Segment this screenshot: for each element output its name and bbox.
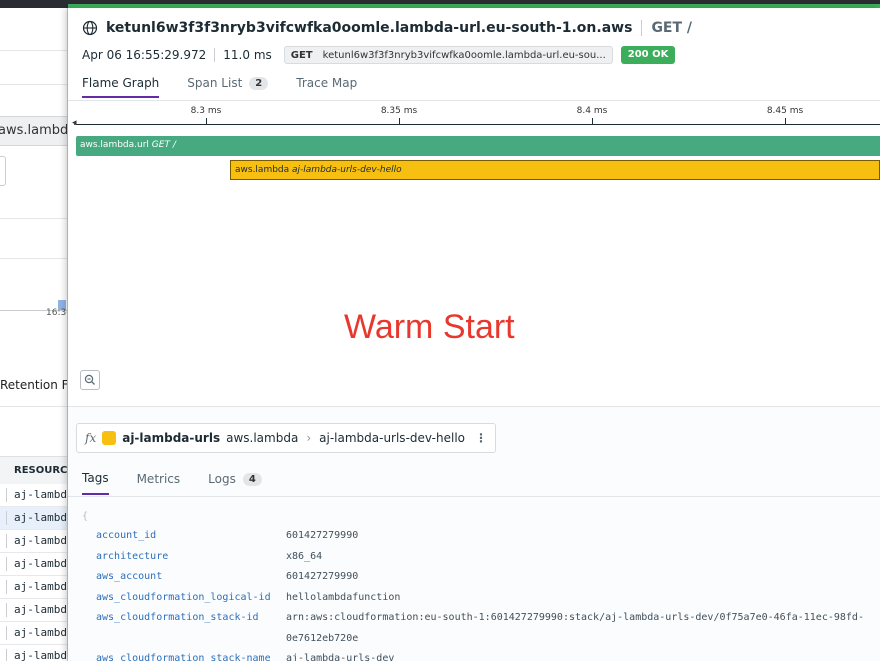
table-row[interactable]: aj-lambd — [0, 484, 67, 507]
trace-timestamp: Apr 06 16:55:29.972 — [82, 48, 207, 62]
tag-value: arn:aws:cloudformation:eu-south-1:601427… — [286, 612, 864, 644]
tag-key: architecture — [96, 550, 169, 562]
tab-span-list[interactable]: Span List 2 — [187, 76, 269, 96]
zoom-button[interactable] — [80, 370, 100, 390]
tag-row: architecture x86_64 — [82, 547, 880, 568]
span-bar-lambda-url[interactable]: aws.lambda.url GET / — [76, 136, 880, 156]
divider — [68, 100, 880, 101]
logs-count-badge: 4 — [242, 472, 262, 486]
tab-logs[interactable]: Logs 4 — [208, 471, 262, 495]
function-icon: fx — [85, 431, 97, 445]
ruler-tick — [592, 118, 593, 124]
tag-value: aj-lambda-urls-dev — [286, 653, 395, 661]
zoom-out-icon — [84, 374, 95, 385]
trace-meta: Apr 06 16:55:29.972 11.0 ms GET ketunl6w… — [82, 46, 676, 64]
request-method: GET — [290, 49, 313, 61]
warm-start-annotation: Warm Start — [344, 308, 515, 346]
chart-time-label: 16:30 — [46, 308, 67, 318]
tag-row: aws_cloudformation_logical-id hellolambda… — [82, 588, 880, 609]
tab-flame-graph[interactable]: Flame Graph — [82, 76, 160, 98]
table-row[interactable]: aj-lambd — [0, 645, 67, 661]
ruler-tick — [206, 118, 207, 124]
service-tab[interactable]: aws.lambda — [0, 116, 67, 146]
ruler-line — [76, 124, 880, 125]
divider — [214, 48, 216, 62]
ruler-tick-label: 8.3 ms — [190, 106, 222, 116]
divider — [68, 496, 880, 497]
table-row[interactable]: aj-lambd — [0, 622, 67, 645]
tab-trace-map[interactable]: Trace Map — [296, 76, 357, 96]
request-tag[interactable]: GET ketunl6w3f3f3nryb3vifcwfka0oomle.lam… — [283, 46, 613, 64]
filter-box[interactable] — [0, 156, 6, 186]
divider — [641, 20, 643, 36]
globe-icon — [82, 20, 98, 36]
trace-title: ketunl6w3f3f3nryb3vifcwfka0oomle.lambda-… — [82, 20, 692, 36]
tag-value: 601427279990 — [286, 571, 359, 582]
tab-tags[interactable]: Tags — [82, 471, 109, 495]
trace-side-panel: ketunl6w3f3f3nryb3vifcwfka0oomle.lambda-… — [68, 8, 880, 661]
divider — [0, 406, 67, 407]
table-row[interactable]: aj-lambd — [0, 507, 67, 530]
divider — [0, 84, 67, 85]
divider — [0, 50, 67, 51]
tag-key: aws_cloudformation_stack-id — [96, 612, 259, 623]
tag-row: account_id 601427279990 — [82, 526, 880, 547]
span-resource-name: aj-lambda-urls-dev-hello — [319, 431, 465, 445]
ruler-tick-label: 8.35 ms — [380, 106, 418, 116]
table-row[interactable]: aj-lambd — [0, 599, 67, 622]
tag-key: aws_cloudformation_stack-name — [96, 653, 271, 661]
tag-row: aws_cloudformation_stack-id arn:aws:cloud… — [82, 608, 880, 649]
span-detail-panel: fx aj-lambda-urls aws.lambda › aj-lambda… — [68, 407, 880, 661]
background-trace-explorer: aws.lambda 16:30 Retention Fil RESOURCE … — [0, 8, 68, 661]
table-row[interactable]: aj-lambd — [0, 576, 67, 599]
span-service: aws.lambda — [235, 165, 290, 175]
span-count-badge: 2 — [249, 76, 269, 90]
tag-key: aws_cloudformation_logical-id — [96, 591, 271, 603]
resource-column-header[interactable]: RESOURCE — [0, 456, 67, 484]
span-bar-lambda[interactable]: aws.lambda aj-lambda-urls-dev-hello — [230, 160, 880, 180]
ruler-tick — [785, 118, 786, 124]
request-url: ketunl6w3f3f3nryb3vifcwfka0oomle.lambda-… — [322, 49, 606, 61]
tags-json: { account_id 601427279990 architecture x86… — [82, 511, 880, 661]
divider — [0, 218, 67, 219]
retention-filter-label[interactable]: Retention Fil — [0, 378, 67, 392]
span-operation: aws.lambda — [226, 431, 299, 445]
tag-key: account_id — [96, 530, 157, 541]
span-breadcrumb[interactable]: fx aj-lambda-urls aws.lambda › aj-lambda… — [76, 423, 496, 453]
tag-value: hellolambdafunction — [286, 591, 401, 603]
ruler-tick-label: 8.4 ms — [576, 106, 608, 116]
status-badge: 200 OK — [620, 46, 676, 64]
tag-key: aws_account — [96, 571, 163, 582]
tag-value: 601427279990 — [286, 530, 359, 541]
tag-row: aws_cloudformation_stack-name aj-lambda-u… — [82, 649, 880, 661]
table-row[interactable]: aj-lambd — [0, 553, 67, 576]
table-row[interactable]: aj-lambd — [0, 530, 67, 553]
time-ruler: ◂ 8.3 ms 8.35 ms 8.4 ms 8.45 ms — [68, 106, 880, 128]
trace-method-path: GET / — [651, 20, 693, 36]
tag-value: x86_64 — [286, 550, 323, 562]
span-service: aws.lambda.url — [80, 140, 149, 150]
divider — [0, 258, 67, 259]
view-tabs: Flame Graph Span List 2 Trace Map — [82, 76, 385, 98]
tab-metrics[interactable]: Metrics — [137, 471, 181, 495]
json-open-brace: { — [82, 511, 89, 522]
ruler-tick — [399, 118, 400, 124]
span-service-name: aj-lambda-urls — [122, 431, 221, 445]
trace-host: ketunl6w3f3f3nryb3vifcwfka0oomle.lambda-… — [106, 20, 633, 36]
service-color-swatch — [102, 431, 117, 445]
ruler-tick-label: 8.45 ms — [766, 106, 804, 116]
tag-row: aws_account 601427279990 — [82, 567, 880, 588]
span-resource: GET / — [151, 140, 176, 150]
chevron-right-icon: › — [306, 431, 312, 445]
more-options-icon[interactable]: ⋮ — [475, 431, 487, 445]
arrow-left-icon: ◂ — [72, 118, 77, 128]
detail-tabs: Tags Metrics Logs 4 — [82, 471, 290, 495]
span-resource: aj-lambda-urls-dev-hello — [292, 165, 402, 175]
trace-duration: 11.0 ms — [223, 48, 272, 62]
